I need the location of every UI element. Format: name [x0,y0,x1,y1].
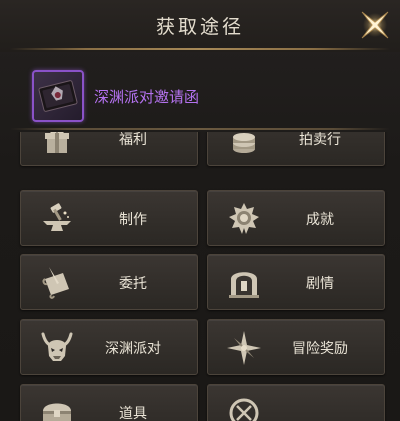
item-name: 深渊派对邀请函 [94,88,200,106]
invitation-card-icon [38,80,78,112]
source-label: 拍卖行 [299,132,341,148]
source-button-story[interactable]: 剧情 [207,254,385,310]
source-label: 委托 [119,276,147,292]
compass-star-icon [227,331,261,365]
scroll-quill-icon [42,267,69,299]
map-icon [229,398,259,421]
close-icon [361,11,389,39]
source-button-commission[interactable]: 委托 [20,254,198,310]
source-list[interactable]: 福利 拍卖行 制作 成就 委托 剧情 深渊派对 冒险奖励 道具 [0,132,400,421]
close-button[interactable] [356,6,394,44]
gift-icon [45,132,69,153]
source-button-item[interactable]: 道具 [20,384,198,421]
source-button-achievement[interactable]: 成就 [207,190,385,246]
source-button-welfare[interactable]: 福利 [20,132,198,166]
source-label: 道具 [119,406,147,421]
source-label: 成就 [306,212,334,228]
gate-icon [229,272,259,298]
coin-stack-icon [233,133,255,153]
panel-title: 获取途径 [155,16,244,38]
section-divider [10,128,390,130]
source-button-adventure-reward[interactable]: 冒险奖励 [207,319,385,375]
item-thumbnail [32,70,84,122]
source-label: 冒险奖励 [292,341,348,357]
demon-skull-icon [41,332,73,361]
acquisition-panel: 获取途径 深渊派对邀请函 福利 拍卖行 制作 成就 委托 剧情 深渊派对 冒险奖… [0,0,400,421]
panel-header: 获取途径 [0,0,400,52]
source-button-crafting[interactable]: 制作 [20,190,198,246]
item-row: 深渊派对邀请函 [20,64,380,128]
source-label: 制作 [119,212,147,228]
header-divider [10,48,390,50]
source-label: 福利 [119,132,147,148]
source-button-abyss-party[interactable]: 深渊派对 [20,319,198,375]
source-label: 深渊派对 [105,341,161,357]
source-label: 剧情 [306,276,334,292]
source-button-auction[interactable]: 拍卖行 [207,132,385,166]
source-button-map[interactable] [207,384,385,421]
medal-icon [229,203,259,234]
chest-icon [43,403,71,421]
anvil-hammer-icon [43,203,71,231]
